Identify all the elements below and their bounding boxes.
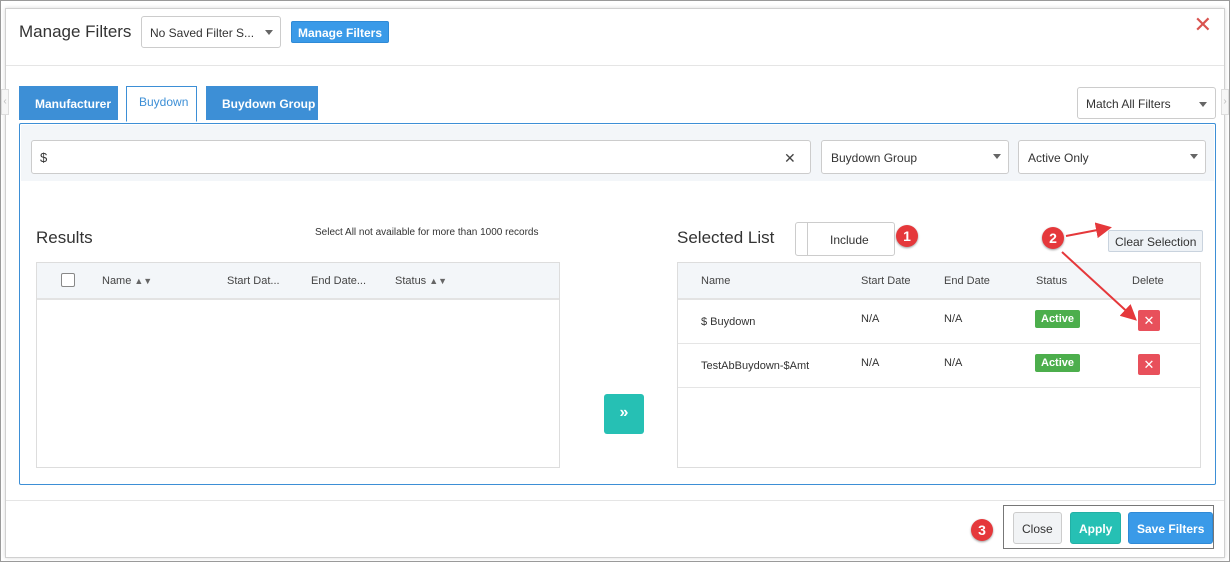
callout-marker-2: 2 [1042, 227, 1064, 249]
annotation-arrows [1061, 222, 1137, 321]
callout-marker-1: 1 [896, 225, 918, 247]
callout-marker-3: 3 [971, 519, 993, 541]
